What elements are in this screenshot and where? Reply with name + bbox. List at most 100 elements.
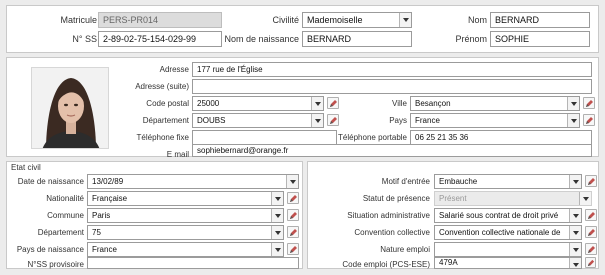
tel-portable-label: Téléphone portable: [338, 133, 407, 142]
pays-value: France: [415, 116, 440, 125]
situation-admin-label: Situation administrative: [347, 211, 430, 220]
nom-naissance-field[interactable]: BERNARD: [302, 31, 412, 47]
pencil-edit-icon[interactable]: [585, 257, 596, 268]
pencil-edit-icon[interactable]: [585, 226, 597, 238]
nom-field[interactable]: BERNARD: [490, 12, 590, 28]
email-field[interactable]: sophiebernard@orange.fr: [192, 144, 592, 157]
nature-emploi-label: Nature emploi: [380, 245, 430, 254]
situation-admin-select[interactable]: Salarié sous contrat de droit privé: [434, 208, 582, 223]
adresse-suite-field[interactable]: [192, 79, 592, 94]
nom-label: Nom: [467, 15, 487, 25]
ville-select[interactable]: Besançon: [410, 96, 580, 111]
pencil-edit-icon[interactable]: [287, 226, 299, 238]
chevron-down-icon[interactable]: [271, 209, 283, 222]
nss-provisoire-field[interactable]: [87, 257, 299, 269]
pays-naissance-label: Pays de naissance: [16, 245, 84, 254]
pencil-edit-icon[interactable]: [287, 192, 299, 204]
chevron-down-icon[interactable]: [311, 114, 323, 127]
tel-portable-field[interactable]: 06 25 21 35 36: [410, 130, 592, 145]
employee-photo[interactable]: [31, 67, 109, 149]
adresse-field[interactable]: 177 rue de l'Église: [192, 62, 592, 77]
nss-field[interactable]: 2-89-02-75-154-029-99: [98, 31, 222, 47]
identity-header-panel: Matricule PERS-PR014 Civilité Mademoisel…: [6, 5, 599, 53]
ville-value: Besançon: [415, 99, 451, 108]
ville-label: Ville: [392, 99, 407, 108]
departement-naissance-select[interactable]: 75: [87, 225, 284, 240]
situation-admin-value: Salarié sous contrat de droit privé: [439, 211, 559, 220]
pencil-edit-icon[interactable]: [585, 175, 597, 187]
chevron-down-icon[interactable]: [569, 243, 581, 256]
chevron-down-icon[interactable]: [399, 13, 411, 27]
commune-select[interactable]: Paris: [87, 208, 284, 223]
commune-label: Commune: [47, 211, 84, 220]
chevron-down-icon[interactable]: [569, 209, 581, 222]
chevron-down-icon[interactable]: [311, 97, 323, 110]
chevron-down-icon[interactable]: [569, 175, 581, 188]
chevron-down-icon[interactable]: [579, 192, 591, 205]
emploi-panel: Motif d'entrée Embauche Statut de présen…: [307, 161, 599, 269]
nom-naissance-label: Nom de naissance: [224, 34, 299, 44]
chevron-down-icon[interactable]: [569, 258, 581, 268]
code-postal-value: 25000: [197, 99, 220, 108]
matricule-field[interactable]: PERS-PR014: [98, 12, 222, 28]
civilite-label: Civilité: [272, 15, 299, 25]
motif-entree-value: Embauche: [439, 177, 478, 186]
pays-naissance-select[interactable]: France: [87, 242, 284, 257]
code-emploi-select[interactable]: 479A: [434, 257, 582, 269]
chevron-down-icon[interactable]: [286, 175, 298, 188]
tel-fixe-field[interactable]: [192, 130, 337, 145]
prenom-label: Prénom: [455, 34, 487, 44]
statut-presence-select[interactable]: Présent: [434, 191, 592, 206]
convention-select[interactable]: Convention collective nationale de: [434, 225, 582, 240]
nationalite-value: Française: [92, 194, 128, 203]
departement-label: Département: [142, 116, 189, 125]
pays-select[interactable]: France: [410, 113, 580, 128]
civilite-select[interactable]: Mademoiselle: [302, 12, 412, 28]
pays-naissance-value: France: [92, 245, 117, 254]
date-naissance-label: Date de naissance: [17, 177, 84, 186]
chevron-down-icon[interactable]: [271, 243, 283, 256]
pays-label: Pays: [389, 116, 407, 125]
nationalite-select[interactable]: Française: [87, 191, 284, 206]
statut-presence-value: Présent: [439, 194, 467, 203]
prenom-field[interactable]: SOPHIE: [490, 31, 590, 47]
nationalite-label: Nationalité: [46, 194, 84, 203]
chevron-down-icon[interactable]: [567, 114, 579, 127]
chevron-down-icon[interactable]: [567, 97, 579, 110]
adresse-label: Adresse: [159, 65, 189, 74]
departement-naissance-value: 75: [92, 228, 101, 237]
email-label: E mail: [166, 150, 189, 159]
commune-value: Paris: [92, 211, 111, 220]
departement-select[interactable]: DOUBS: [192, 113, 324, 128]
etat-civil-title: Etat civil: [11, 163, 41, 172]
convention-label: Convention collective: [354, 228, 430, 237]
code-postal-select[interactable]: 25000: [192, 96, 324, 111]
pencil-edit-icon[interactable]: [585, 209, 597, 221]
departement-naissance-label: Département: [37, 228, 84, 237]
motif-entree-label: Motif d'entrée: [381, 177, 430, 186]
motif-entree-select[interactable]: Embauche: [434, 174, 582, 189]
adresse-suite-label: Adresse (suite): [135, 82, 189, 91]
pencil-edit-icon[interactable]: [287, 243, 299, 255]
chevron-down-icon[interactable]: [569, 226, 581, 239]
pencil-edit-icon[interactable]: [327, 114, 339, 126]
nature-emploi-select[interactable]: [434, 242, 582, 257]
pencil-edit-icon[interactable]: [327, 97, 339, 109]
pencil-edit-icon[interactable]: [585, 243, 597, 255]
chevron-down-icon[interactable]: [271, 226, 283, 239]
code-emploi-value: 479A: [439, 258, 458, 267]
date-naissance-select[interactable]: 13/02/89: [87, 174, 299, 189]
pencil-edit-icon[interactable]: [583, 97, 595, 109]
pencil-edit-icon[interactable]: [287, 209, 299, 221]
date-naissance-value: 13/02/89: [92, 177, 124, 186]
nss-provisoire-label: N°SS provisoire: [27, 260, 84, 269]
matricule-label: Matricule: [60, 15, 97, 25]
departement-value: DOUBS: [197, 116, 226, 125]
pencil-edit-icon[interactable]: [583, 114, 595, 126]
chevron-down-icon[interactable]: [271, 192, 283, 205]
etat-civil-panel: Etat civil Date de naissance 13/02/89 Na…: [6, 161, 303, 269]
contact-panel: Adresse 177 rue de l'Église Adresse (sui…: [6, 57, 599, 159]
civilite-value: Mademoiselle: [307, 15, 363, 25]
code-emploi-label: Code emploi (PCS-ESE): [342, 260, 430, 269]
convention-value: Convention collective nationale de: [439, 228, 561, 237]
